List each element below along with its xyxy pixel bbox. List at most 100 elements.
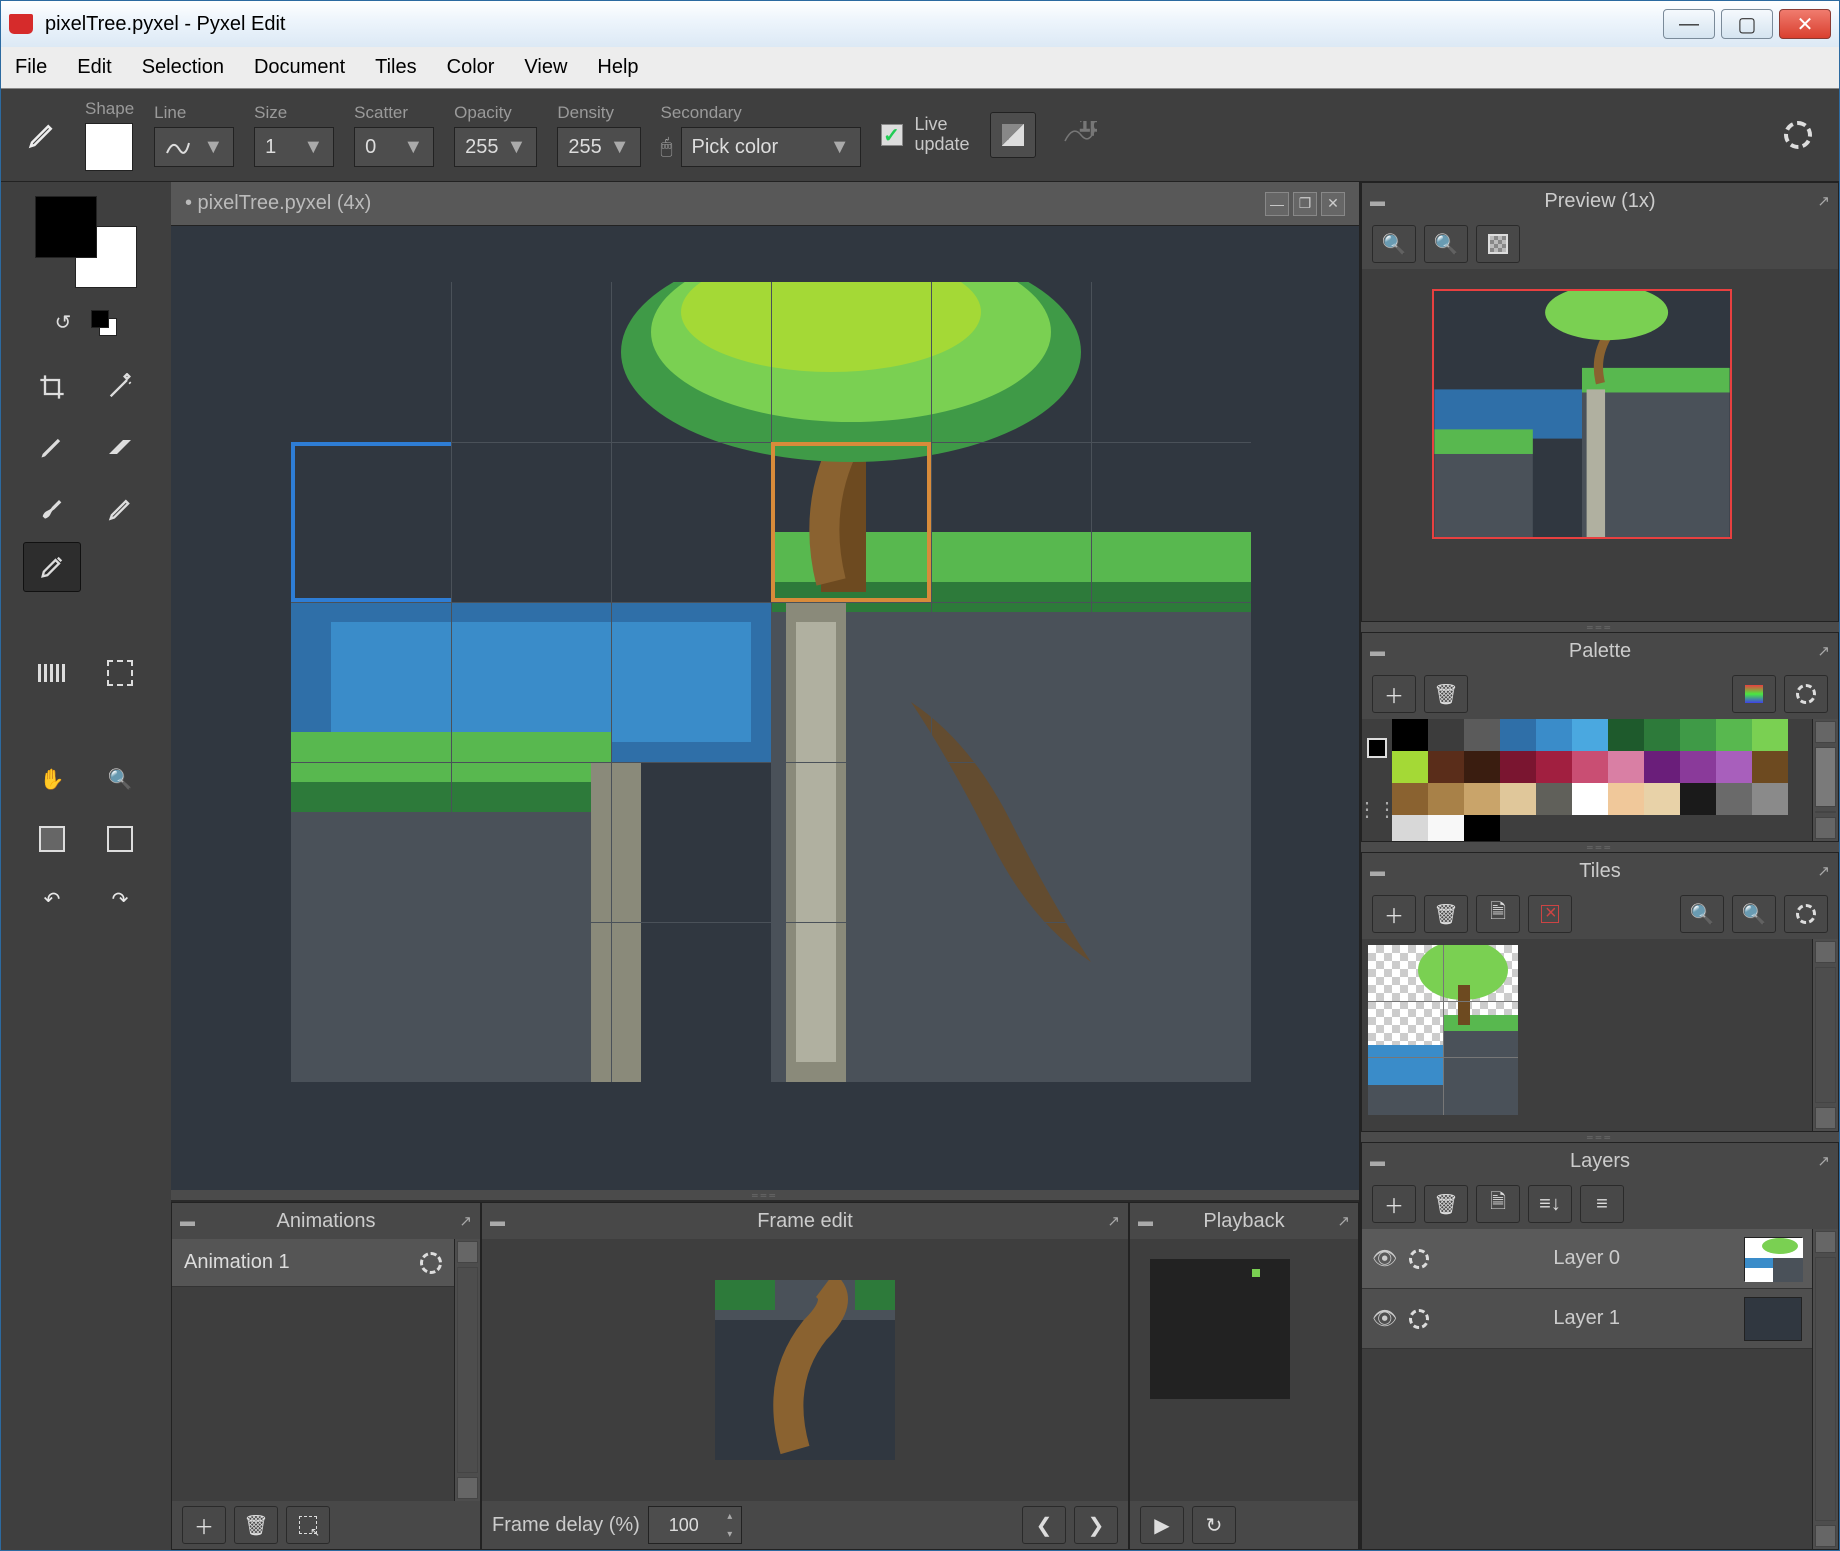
pencil-icon[interactable] [19, 112, 65, 158]
tiles-settings-button[interactable] [1784, 895, 1828, 933]
pin-icon[interactable]: ↗ [1817, 862, 1830, 880]
minimize-button[interactable]: — [1663, 9, 1715, 39]
palette-color[interactable] [1428, 815, 1464, 841]
pin-icon[interactable]: ↗ [459, 1212, 472, 1230]
palette-color[interactable] [1392, 815, 1428, 841]
menu-tiles[interactable]: Tiles [375, 56, 416, 79]
pin-icon[interactable]: ↗ [1337, 1212, 1350, 1230]
frame-thumbnail[interactable] [715, 1280, 895, 1460]
palette-color[interactable] [1716, 751, 1752, 783]
add-layer-button[interactable]: ＋ [1372, 1185, 1416, 1223]
layer-settings-icon[interactable] [1409, 1249, 1429, 1269]
pixel-perfect-button[interactable]: 1px [1056, 112, 1102, 158]
secondary-dropdown[interactable]: Pick color▼ [681, 127, 861, 167]
opacity-dropdown[interactable]: 255▼ [454, 127, 537, 167]
pin-icon[interactable]: ↗ [1107, 1212, 1120, 1230]
animation-item[interactable]: Animation 1 [172, 1239, 454, 1287]
settings-button[interactable] [1775, 112, 1821, 158]
canvas-area[interactable] [171, 226, 1359, 1190]
blend-button[interactable] [990, 112, 1036, 158]
play-button[interactable]: ▶ [1140, 1506, 1184, 1544]
menu-selection[interactable]: Selection [142, 56, 224, 79]
palette-color[interactable] [1752, 783, 1788, 815]
palette-color[interactable] [1464, 783, 1500, 815]
palette-color[interactable] [1752, 751, 1788, 783]
delete-color-button[interactable]: 🗑 [1424, 675, 1468, 713]
menu-document[interactable]: Document [254, 56, 345, 79]
menu-file[interactable]: File [15, 56, 47, 79]
palette-color[interactable] [1680, 719, 1716, 751]
zoom-in-button[interactable]: 🔍 [1372, 225, 1416, 263]
canvas[interactable] [291, 282, 1251, 1082]
palette-color[interactable] [1464, 815, 1500, 841]
zoom-tool[interactable]: 🔍 [91, 754, 149, 804]
tab-restore[interactable]: ❐ [1293, 192, 1317, 216]
tiles-zoom-in[interactable]: 🔍 [1680, 895, 1724, 933]
scrollbar[interactable] [1812, 719, 1838, 841]
frame-delay-spinner[interactable]: ▴▾ [648, 1506, 742, 1544]
splitter[interactable]: ═══ [1361, 622, 1839, 632]
pencil-tool[interactable] [23, 422, 81, 472]
menu-view[interactable]: View [524, 56, 567, 79]
mini-swatch[interactable] [91, 310, 117, 336]
close-button[interactable]: ✕ [1779, 9, 1831, 39]
scrollbar[interactable] [454, 1239, 480, 1501]
rect-tool[interactable] [91, 814, 149, 864]
menu-edit[interactable]: Edit [77, 56, 111, 79]
pin-icon[interactable]: ↗ [1817, 642, 1830, 660]
palette-color[interactable] [1608, 719, 1644, 751]
tab-close[interactable]: ✕ [1321, 192, 1345, 216]
palette-color[interactable] [1536, 751, 1572, 783]
menu-help[interactable]: Help [597, 56, 638, 79]
palette-color[interactable] [1500, 719, 1536, 751]
palette-index-0[interactable] [1367, 738, 1387, 758]
merge-down-button[interactable]: ≡↓ [1528, 1185, 1572, 1223]
layer-row[interactable]: 👁 Layer 0 [1362, 1229, 1812, 1289]
duplicate-layer-button[interactable]: 🗎 [1476, 1185, 1520, 1223]
palette-color[interactable] [1500, 751, 1536, 783]
duplicate-tile-button[interactable]: 🗎 [1476, 895, 1520, 933]
palette-color[interactable] [1392, 751, 1428, 783]
document-name[interactable]: • pixelTree.pyxel (4x) [185, 192, 1261, 215]
live-update-checkbox[interactable]: ✓ [881, 124, 903, 146]
palette-color[interactable] [1680, 751, 1716, 783]
shape-swatch[interactable] [85, 123, 133, 171]
scrollbar[interactable] [1812, 939, 1838, 1131]
palette-color[interactable] [1680, 783, 1716, 815]
select-animation-button[interactable]: ↖ [286, 1506, 330, 1544]
palette-color[interactable] [1392, 783, 1428, 815]
palette-color[interactable] [1464, 751, 1500, 783]
palette-color[interactable] [1644, 783, 1680, 815]
add-color-button[interactable]: ＋ [1372, 675, 1416, 713]
prev-frame-button[interactable]: ❮ [1022, 1506, 1066, 1544]
palette-color[interactable] [1536, 783, 1572, 815]
tileset-thumbnail[interactable] [1368, 945, 1518, 1115]
preview-viewport[interactable] [1362, 269, 1838, 621]
line-dropdown[interactable]: ▼ [154, 127, 234, 167]
scatter-dropdown[interactable]: 0▼ [354, 127, 434, 167]
density-dropdown[interactable]: 255▼ [557, 127, 640, 167]
palette-color[interactable] [1428, 719, 1464, 751]
palette-color[interactable] [1716, 783, 1752, 815]
collapse-icon[interactable]: ▬ [1138, 1213, 1153, 1230]
delete-tile-button[interactable]: 🗑 [1424, 895, 1468, 933]
palette-color[interactable] [1500, 783, 1536, 815]
splitter[interactable]: ═══ [1361, 842, 1839, 852]
palette-color[interactable] [1644, 751, 1680, 783]
collapse-icon[interactable]: ▬ [1370, 863, 1385, 880]
menu-color[interactable]: Color [447, 56, 495, 79]
visibility-icon[interactable]: 👁 [1372, 1306, 1397, 1331]
dither-tool[interactable] [23, 648, 81, 698]
palette-color[interactable] [1464, 719, 1500, 751]
clear-tile-button[interactable]: × [1528, 895, 1572, 933]
wand-tool[interactable] [91, 362, 149, 412]
tab-minimize[interactable]: — [1265, 192, 1289, 216]
size-dropdown[interactable]: 1▼ [254, 127, 334, 167]
loop-button[interactable]: ↻ [1192, 1506, 1236, 1544]
collapse-icon[interactable]: ▬ [1370, 643, 1385, 660]
maximize-button[interactable]: ▢ [1721, 9, 1773, 39]
crop-tool[interactable] [23, 362, 81, 412]
collapse-icon[interactable]: ▬ [180, 1213, 195, 1230]
palette-ramps-button[interactable] [1732, 675, 1776, 713]
pin-icon[interactable]: ↗ [1817, 1152, 1830, 1170]
